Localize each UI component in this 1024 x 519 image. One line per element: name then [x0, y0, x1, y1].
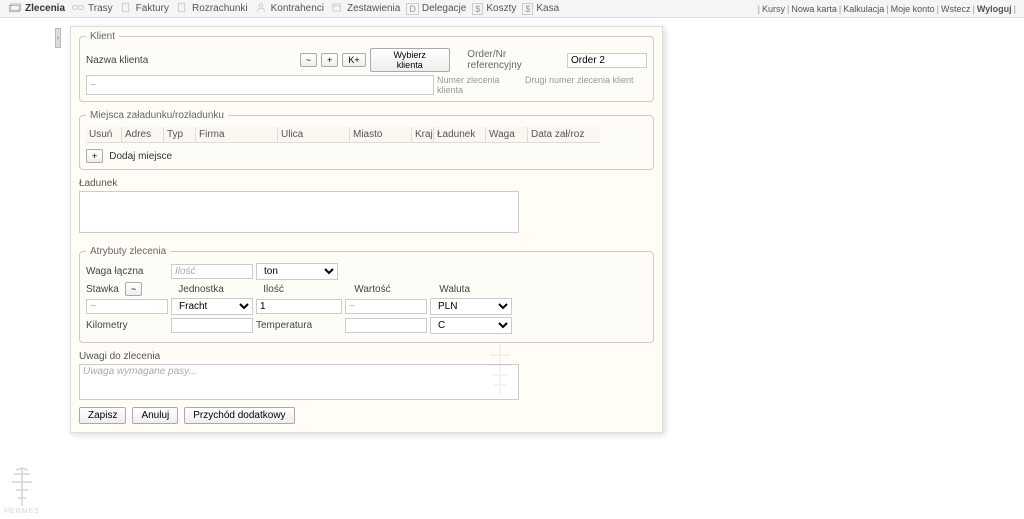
link-wyloguj[interactable]: Wyloguj — [977, 4, 1012, 14]
temperatura-unit-select[interactable]: C — [430, 317, 512, 334]
stawka-tilde-button[interactable]: ~ — [125, 282, 142, 296]
select-client-button[interactable]: Wybierz klienta — [370, 48, 450, 72]
stawka-label: Stawka — [86, 284, 122, 295]
client-legend: Klient — [86, 31, 119, 42]
document-icon — [175, 2, 189, 16]
document-icon — [119, 2, 133, 16]
col-usun: Usuń — [86, 127, 122, 143]
client-second-order-hint: Drugi numer zlecenia klient — [525, 75, 634, 95]
client-name-input[interactable] — [86, 75, 434, 95]
jednostka-select[interactable]: Fracht — [171, 298, 253, 315]
uwagi-label: Uwagi do zlecenia — [79, 351, 654, 362]
link-nowa-karta[interactable]: Nowa karta — [791, 4, 837, 14]
calendar-icon — [330, 2, 344, 16]
client-plus-button[interactable]: + — [321, 53, 338, 67]
col-typ: Typ — [164, 127, 196, 143]
nav-delegacje-label: Delegacje — [422, 3, 466, 14]
ladunek-label: Ładunek — [79, 178, 654, 189]
client-fieldset: Klient Nazwa klienta ~ + K+ Wybierz klie… — [79, 31, 654, 102]
col-data: Data zał/roz — [528, 127, 600, 143]
waluta-label: Waluta — [439, 284, 470, 295]
dollar-icon: $ — [472, 3, 483, 15]
places-legend: Miejsca załadunku/rozładunku — [86, 110, 228, 121]
additional-income-button[interactable]: Przychód dodatkowy — [184, 407, 294, 424]
add-place-label: Dodaj miejsce — [109, 151, 172, 162]
ilosc-input[interactable] — [256, 299, 342, 314]
places-fieldset: Miejsca załadunku/rozładunku Usuń Adres … — [79, 110, 654, 170]
add-place-button[interactable]: + — [86, 149, 103, 163]
stawka-input[interactable] — [86, 299, 168, 314]
jednostka-label: Jednostka — [178, 284, 260, 295]
attributes-legend: Atrybuty zlecenia — [86, 246, 170, 257]
nav-rozrachunki-label: Rozrachunki — [192, 3, 248, 14]
kilometry-label: Kilometry — [86, 320, 168, 331]
cards-icon — [8, 2, 22, 16]
main-nav: Zlecenia Trasy Faktury Rozrachunki Kontr… — [8, 2, 559, 16]
link-icon — [71, 2, 85, 16]
cancel-button[interactable]: Anuluj — [132, 407, 178, 424]
nav-koszty-label: Koszty — [486, 3, 516, 14]
nav-zlecenia[interactable]: Zlecenia — [8, 2, 65, 16]
col-kraj: Kraj — [412, 127, 434, 143]
order2-input[interactable] — [567, 53, 647, 68]
nav-zestawienia-label: Zestawienia — [347, 3, 400, 14]
nav-kasa[interactable]: $ Kasa — [522, 3, 559, 15]
top-bar: Zlecenia Trasy Faktury Rozrachunki Kontr… — [0, 0, 1024, 18]
sidebar-collapse-handle[interactable]: › — [55, 28, 61, 48]
client-name-label: Nazwa klienta — [86, 55, 296, 66]
link-moje-konto[interactable]: Moje konto — [891, 4, 935, 14]
link-wstecz[interactable]: Wstecz — [941, 4, 971, 14]
temperatura-label: Temperatura — [256, 320, 342, 331]
order-reference-label: Order/Nr referencyjny — [467, 49, 559, 71]
nav-faktury-label: Faktury — [136, 3, 169, 14]
nav-koszty[interactable]: $ Koszty — [472, 3, 516, 15]
uwagi-textarea[interactable] — [79, 364, 519, 400]
nav-delegacje[interactable]: D Delegacje — [406, 3, 466, 15]
temperatura-input[interactable] — [345, 318, 427, 333]
person-icon — [254, 2, 268, 16]
col-ulica: Ulica — [278, 127, 350, 143]
kilometry-input[interactable] — [171, 318, 253, 333]
nav-zestawienia[interactable]: Zestawienia — [330, 2, 400, 16]
user-menu: |Kursy |Nowa karta |Kalkulacja |Moje kon… — [758, 4, 1016, 14]
nav-kontrahenci[interactable]: Kontrahenci — [254, 2, 324, 16]
ladunek-textarea[interactable] — [79, 191, 519, 233]
waluta-select[interactable]: PLN — [430, 298, 512, 315]
nav-trasy[interactable]: Trasy — [71, 2, 113, 16]
brand-text: HERMES — [4, 508, 40, 515]
col-adres: Adres — [122, 127, 164, 143]
unit-select[interactable]: ton — [256, 263, 338, 280]
watermark-icon — [480, 340, 520, 403]
wartosc-input[interactable] — [345, 299, 427, 314]
ilosc-label: Ilość — [263, 284, 351, 295]
link-kalkulacja[interactable]: Kalkulacja — [843, 4, 884, 14]
save-button[interactable]: Zapisz — [79, 407, 126, 424]
col-miasto: Miasto — [350, 127, 412, 143]
client-order-number-hint: Numer zlecenia klienta — [437, 75, 522, 95]
nav-zlecenia-label: Zlecenia — [25, 3, 65, 14]
attributes-fieldset: Atrybuty zlecenia Waga łączna ton Stawka… — [79, 246, 654, 343]
order-form-panel: Klient Nazwa klienta ~ + K+ Wybierz klie… — [70, 26, 663, 433]
action-row: Zapisz Anuluj Przychód dodatkowy — [79, 407, 654, 424]
nav-rozrachunki[interactable]: Rozrachunki — [175, 2, 248, 16]
col-firma: Firma — [196, 127, 278, 143]
letter-d-icon: D — [406, 3, 419, 15]
nav-trasy-label: Trasy — [88, 3, 113, 14]
link-kursy[interactable]: Kursy — [762, 4, 785, 14]
client-tilde-button[interactable]: ~ — [300, 53, 317, 67]
wartosc-label: Wartość — [354, 284, 436, 295]
nav-faktury[interactable]: Faktury — [119, 2, 169, 16]
waga-laczna-label: Waga łączna — [86, 266, 168, 277]
nav-kontrahenci-label: Kontrahenci — [271, 3, 324, 14]
col-ladunek: Ładunek — [434, 127, 486, 143]
col-waga: Waga — [486, 127, 528, 143]
client-kplus-button[interactable]: K+ — [342, 53, 365, 67]
caduceus-icon — [6, 466, 38, 508]
places-table-header: Usuń Adres Typ Firma Ulica Miasto Kraj Ł… — [86, 127, 647, 143]
dollar-icon: $ — [522, 3, 533, 15]
waga-laczna-input[interactable] — [171, 264, 253, 279]
brand-logo: HERMES — [4, 466, 40, 515]
nav-kasa-label: Kasa — [536, 3, 559, 14]
